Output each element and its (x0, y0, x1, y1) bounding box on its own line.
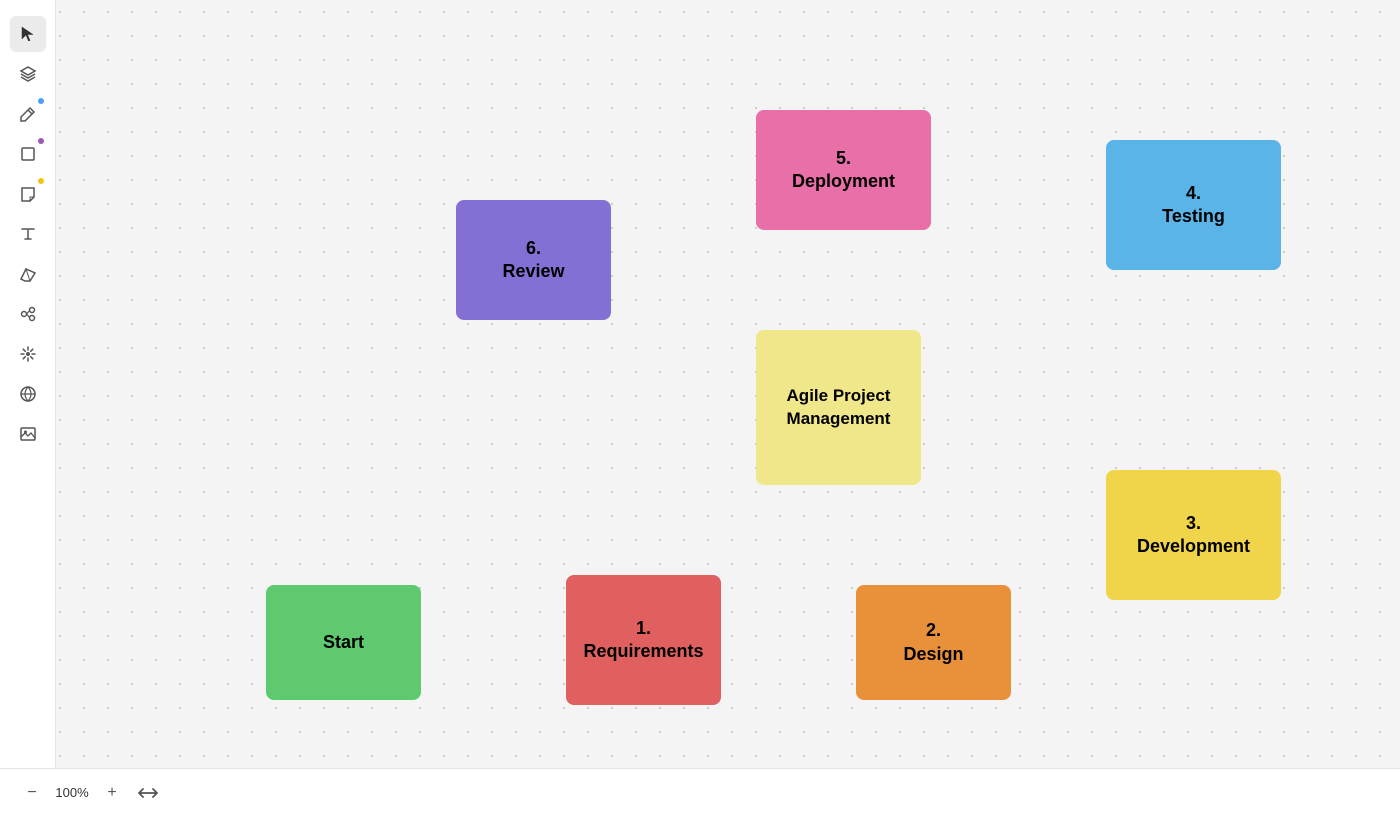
agile-label: Agile ProjectManagement (787, 385, 891, 429)
agile-node[interactable]: Agile ProjectManagement (756, 330, 921, 485)
zoom-in-button[interactable]: + (100, 781, 124, 805)
design-node[interactable]: 2.Design (856, 585, 1011, 700)
fit-to-screen-button[interactable] (134, 781, 162, 805)
development-label: 3.Development (1137, 512, 1250, 559)
ai-tool[interactable] (10, 336, 46, 372)
design-label: 2.Design (903, 619, 963, 666)
development-node[interactable]: 3.Development (1106, 470, 1281, 600)
deployment-node[interactable]: 5.Deployment (756, 110, 931, 230)
zoom-out-button[interactable]: − (20, 781, 44, 805)
start-label: Start (323, 631, 364, 654)
text-tool[interactable] (10, 216, 46, 252)
fit-icon (138, 786, 158, 800)
canvas-area[interactable]: Start 1.Requirements 2.Design 3.Developm… (56, 0, 1400, 768)
requirements-node[interactable]: 1.Requirements (566, 575, 721, 705)
start-node[interactable]: Start (266, 585, 421, 700)
testing-node[interactable]: 4.Testing (1106, 140, 1281, 270)
arrows-layer (56, 0, 356, 150)
image-tool[interactable] (10, 416, 46, 452)
review-label: 6.Review (502, 237, 564, 284)
connect-tool[interactable] (10, 296, 46, 332)
bottom-bar: − 100% + (0, 768, 1400, 816)
sticky-tool[interactable] (10, 176, 46, 212)
layers-tool[interactable] (10, 56, 46, 92)
globe-tool[interactable] (10, 376, 46, 412)
shape-tool[interactable] (10, 136, 46, 172)
select-tool[interactable] (10, 16, 46, 52)
pen-tool[interactable] (10, 96, 46, 132)
eraser-tool[interactable] (10, 256, 46, 292)
review-node[interactable]: 6.Review (456, 200, 611, 320)
testing-label: 4.Testing (1162, 182, 1225, 229)
requirements-label: 1.Requirements (583, 617, 703, 664)
zoom-level-display: 100% (54, 785, 90, 800)
deployment-label: 5.Deployment (792, 147, 895, 194)
sidebar (0, 0, 56, 816)
